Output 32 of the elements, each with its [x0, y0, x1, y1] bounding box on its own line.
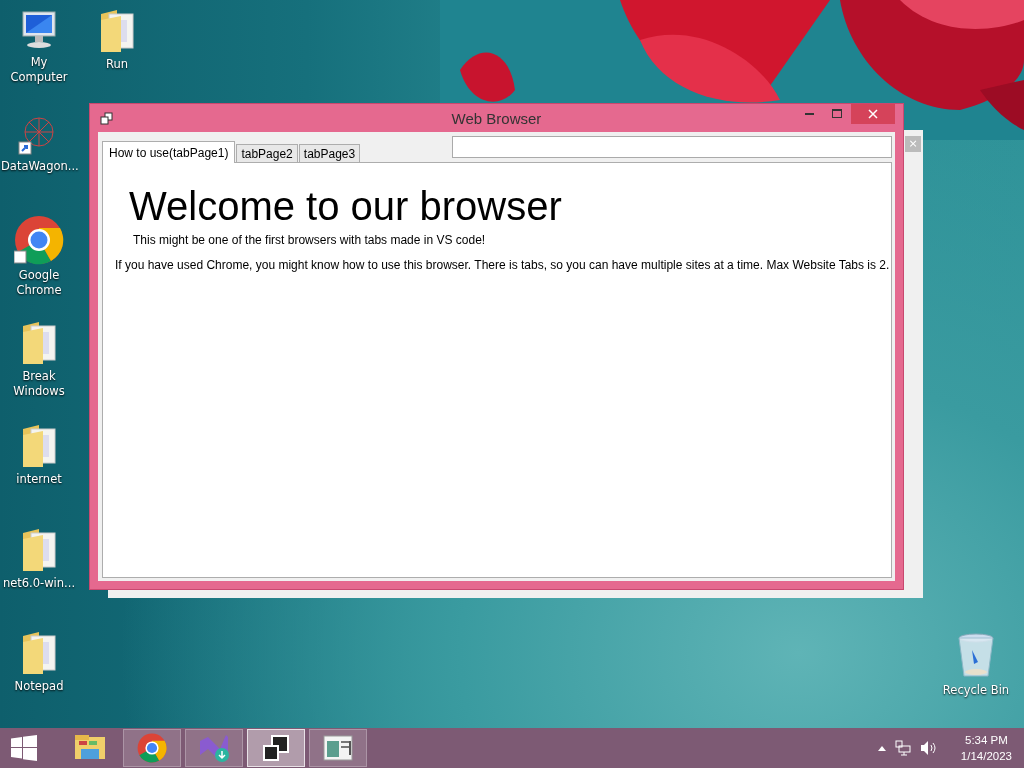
desktop-icon-label[interactable]: Google Chrome: [1, 268, 77, 298]
desktop-icon-label[interactable]: Run: [105, 57, 129, 72]
body-text: If you have used Chrome, you might know how to use this browser. There is tabs, so you can have multiple sites at a time. Max Website Tabs is 2.: [115, 258, 891, 272]
desktop-icon-label[interactable]: internet: [16, 472, 62, 487]
app-window-icon: [323, 735, 353, 761]
windows-logo-icon[interactable]: [11, 735, 37, 761]
desktop-icon-label[interactable]: My Computer: [1, 55, 77, 85]
desktop-icon-label[interactable]: Notepad: [14, 679, 64, 694]
chrome-icon[interactable]: [14, 215, 64, 265]
studio-icon: [198, 733, 230, 763]
app-icon: [100, 111, 113, 125]
clock-time[interactable]: 5:34 PM: [965, 732, 1008, 748]
tab[interactable]: tabPage2: [236, 144, 298, 162]
address-field[interactable]: [452, 136, 892, 158]
tab[interactable]: tabPage3: [298, 144, 361, 162]
desktop-icon-label[interactable]: DataWagon...: [1, 159, 77, 174]
desktop-icon-label[interactable]: net6.0-win...: [2, 576, 76, 591]
window-title: Web Browser: [451, 109, 542, 127]
clock-date[interactable]: 1/14/2023: [960, 748, 1012, 764]
close-icon: [868, 109, 878, 119]
maximize-icon: [832, 109, 842, 119]
page-heading: Welcome to our browser: [129, 183, 563, 229]
taskbar-button[interactable]: [247, 729, 305, 767]
windows-icon: [261, 734, 291, 762]
minimize-icon: [804, 113, 814, 115]
speaker-icon[interactable]: [919, 740, 938, 756]
tab[interactable]: How to use(tabPage1): [102, 141, 236, 163]
network-icon[interactable]: [894, 740, 911, 756]
show-hidden-icons-icon[interactable]: [877, 745, 886, 751]
desktop-icon-label[interactable]: Break Windows: [1, 369, 77, 399]
subtitle-text: This might be one of the first browsers with tabs made in VS code!: [133, 233, 487, 247]
chrome-icon: [137, 733, 167, 763]
